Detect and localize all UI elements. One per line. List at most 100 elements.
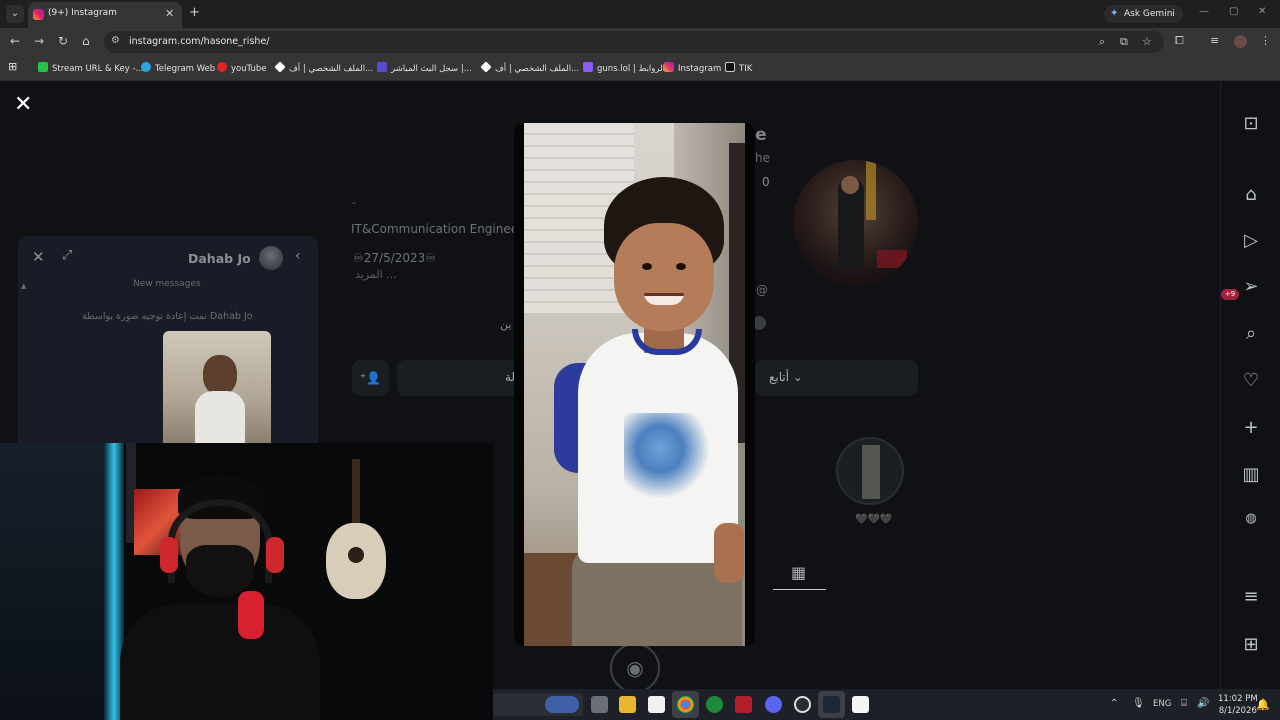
bookmark-telegram[interactable]: Telegram Web [141, 62, 215, 74]
apps-grid-icon[interactable]: ⊞ [8, 60, 17, 73]
ask-gemini-button[interactable]: ✦ Ask Gemini [1104, 5, 1183, 23]
chat-contact-name[interactable]: Dahab Jo [188, 251, 251, 266]
browser-menu-icon[interactable]: ⋮ [1260, 34, 1271, 47]
home-icon[interactable]: ⌂ [82, 34, 90, 48]
obs-icon[interactable] [794, 696, 811, 713]
home-icon[interactable]: ⌂ [1240, 184, 1262, 205]
minimize-button[interactable]: — [1199, 6, 1209, 17]
profile-stat: 0 [762, 175, 770, 189]
messages-badge: +9 [1221, 289, 1239, 300]
bookmark-guns-lol[interactable]: guns.lol | الروابط [583, 62, 665, 74]
message-button[interactable]: لة [397, 360, 524, 396]
install-app-icon[interactable]: ⧉ [1120, 35, 1128, 49]
back-icon[interactable]: ← [10, 34, 20, 48]
window-close-button[interactable]: ✕ [1258, 6, 1266, 17]
instagram-logo-icon[interactable]: ⊡ [1240, 113, 1262, 134]
chat-avatar[interactable] [259, 246, 283, 270]
steam-icon[interactable] [823, 696, 840, 713]
file-explorer-icon[interactable] [619, 696, 636, 713]
tab-title: (9+) Instagram [48, 8, 117, 18]
kick-icon [38, 62, 48, 72]
camera-icon: ◉ [610, 643, 660, 693]
bookmark-profile-2[interactable]: الملف الشخصي | أف... [480, 61, 579, 74]
site-info-icon[interactable]: ⚙ [111, 35, 120, 46]
profile-diamond-icon [480, 61, 492, 73]
scroll-up-icon[interactable]: ▲ [21, 282, 26, 290]
media-controls-icon[interactable]: ≡ [1210, 34, 1219, 47]
maximize-button[interactable]: ▢ [1229, 6, 1238, 17]
taskbar-search[interactable] [493, 693, 583, 716]
messages-icon[interactable]: ➢ [1240, 276, 1262, 297]
ask-gemini-label: Ask Gemini [1124, 9, 1175, 19]
bookmark-live-log[interactable]: سجل البث المباشر |... [377, 62, 472, 74]
bookmark-stream-key[interactable]: Stream URL & Key -... [38, 62, 144, 74]
url-text[interactable]: instagram.com/hasone_rishe/ [129, 36, 269, 47]
gemini-sparkle-icon: ✦ [1110, 8, 1119, 19]
reload-icon[interactable]: ↻ [58, 34, 68, 48]
tiktok-icon [725, 62, 735, 72]
close-icon[interactable]: ✕ [32, 248, 45, 266]
suggest-users-icon[interactable]: ⁺👤 [352, 360, 389, 396]
followed-by-text: ين [500, 318, 512, 331]
youtube-icon [217, 62, 227, 72]
telegram-icon [141, 62, 151, 72]
tray-chevron-icon[interactable]: ⌃ [1110, 698, 1118, 709]
volume-icon[interactable]: 🔊 [1197, 698, 1209, 709]
network-icon[interactable]: ⌸ [1181, 698, 1187, 709]
bio-more-link[interactable]: المزيد ... [355, 268, 397, 281]
store-icon[interactable] [648, 696, 665, 713]
create-plus-icon[interactable]: + [1240, 417, 1262, 438]
bookmark-youtube[interactable]: youTube [217, 62, 267, 74]
profile-avatar-small[interactable]: ◍ [1240, 511, 1262, 526]
notifications-heart-icon[interactable]: ♡ [1240, 370, 1262, 391]
discord-icon[interactable] [765, 696, 782, 713]
profile-avatar-large[interactable] [793, 160, 918, 285]
clock[interactable]: 11:02 PM 8/1/2026 [1218, 693, 1258, 717]
kick-app-icon[interactable] [852, 696, 869, 713]
new-messages-divider: New messages [133, 279, 201, 289]
xbox-icon[interactable] [706, 696, 723, 713]
bookmark-tiktok[interactable]: TIK [725, 62, 752, 74]
profile-avatar[interactable] [1234, 35, 1247, 48]
chat-popup: ✕ ⤢ Dahab Jo ‹ ▲ New messages تمت إعادة … [18, 236, 318, 444]
browser-tab-instagram[interactable]: (9+) Instagram ✕ [28, 2, 182, 28]
search-icon[interactable]: ⌕ [1240, 323, 1262, 344]
expand-icon[interactable]: ⤢ [62, 248, 72, 263]
tab-close-icon[interactable]: ✕ [165, 7, 174, 20]
new-tab-button[interactable]: + [189, 5, 200, 20]
shared-photo[interactable] [163, 331, 271, 444]
close-lightbox-icon[interactable]: ✕ [14, 92, 32, 117]
instagram-sidebar: ⊡ ⌂ ▷ ➢ ⌕ ♡ + ▥ ◍ ≡ ⊞ [1220, 81, 1280, 720]
bookmark-profile-1[interactable]: الملف الشخصي | أف... [274, 61, 373, 74]
forwarded-note: تمت إعادة توجيه صورة بواسطة Dahab Jo [82, 311, 253, 322]
highlight-label: 🖤🖤🖤 [855, 514, 893, 525]
tab-search-button[interactable]: ⌄ [6, 5, 24, 23]
dashboard-icon[interactable]: ▥ [1240, 464, 1262, 485]
guns-lol-icon [583, 62, 593, 72]
reels-icon[interactable]: ▷ [1240, 230, 1262, 251]
zoom-icon[interactable]: ⌕ [1099, 35, 1105, 49]
bookmark-instagram[interactable]: Instagram [664, 62, 721, 74]
following-button[interactable]: أتابع ⌄ [755, 360, 918, 396]
profile-fullname: he [755, 151, 770, 165]
lightbox-photo[interactable] [524, 123, 745, 646]
also-from-meta-icon[interactable]: ⊞ [1240, 634, 1262, 655]
instagram-favicon-icon [33, 9, 44, 20]
notification-bell-icon[interactable]: 🔔 [1256, 698, 1270, 711]
address-bar[interactable]: ⚙ instagram.com/hasone_rishe/ ⌕ ⧉ ☆ [104, 31, 1164, 53]
browser-toolbar: ← → ↻ ⌂ ⚙ instagram.com/hasone_rishe/ ⌕ … [0, 28, 1280, 56]
capture-app-icon[interactable] [735, 696, 752, 713]
forward-icon[interactable]: → [34, 34, 44, 48]
bookmark-star-icon[interactable]: ☆ [1142, 35, 1152, 48]
language-indicator[interactable]: ENG [1153, 699, 1171, 709]
screen: ⌄ (9+) Instagram ✕ + ✦ Ask Gemini — ▢ ✕ … [0, 0, 1280, 720]
posts-grid-icon[interactable]: ▦ [791, 563, 806, 582]
microphone-icon[interactable]: 🎙 [1132, 698, 1145, 709]
task-view-icon[interactable] [591, 696, 608, 713]
more-menu-icon[interactable]: ≡ [1240, 586, 1262, 607]
story-highlight[interactable] [836, 437, 904, 505]
chrome-icon[interactable] [677, 696, 694, 713]
threads-icon[interactable]: @ [756, 283, 768, 297]
extensions-icon[interactable]: ⧠ [1175, 34, 1184, 48]
chevron-left-icon[interactable]: ‹ [295, 248, 301, 264]
